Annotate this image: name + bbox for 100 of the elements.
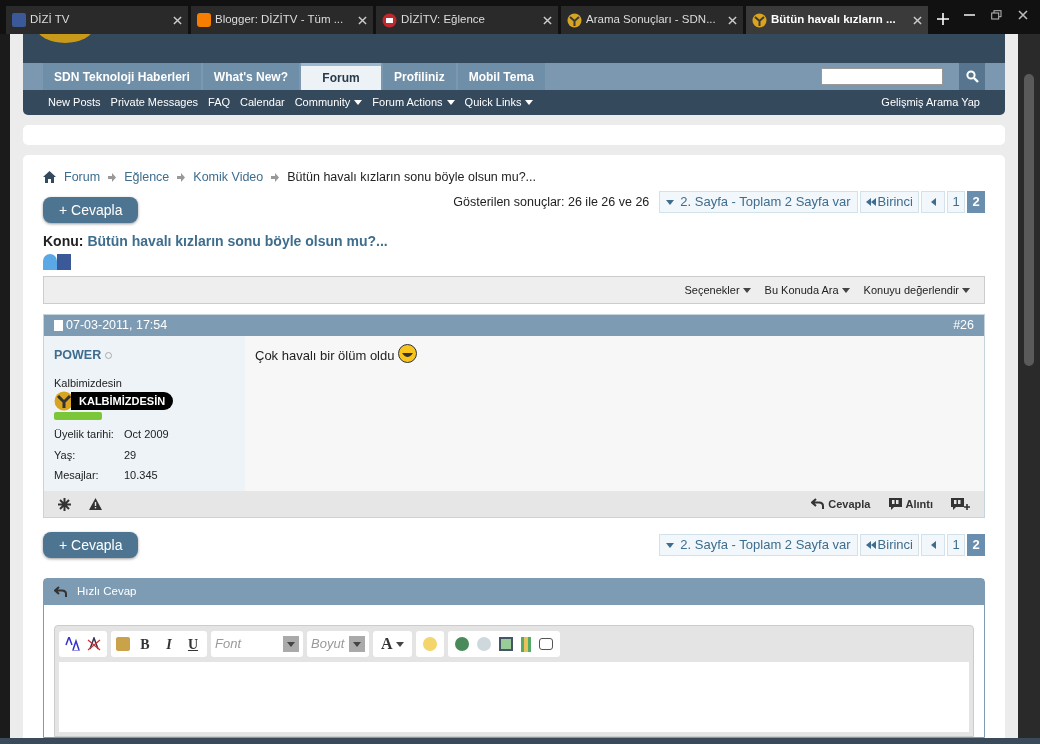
- quote-icon: [888, 498, 902, 510]
- tab-title: DİZİTV: Eğlence: [401, 12, 486, 28]
- page-jump-button[interactable]: 2. Sayfa - Toplam 2 Sayfa var: [659, 191, 858, 213]
- stat-label: Yaş:: [54, 447, 77, 463]
- speech-bubble-icon: [951, 498, 964, 510]
- stat-label: Üyelik tarihi:: [54, 427, 115, 443]
- text-color-button[interactable]: A: [373, 631, 412, 657]
- tab-title: Arama Sonuçları - SDN...: [586, 12, 717, 28]
- caret-icon: [841, 287, 850, 293]
- page-jump-button[interactable]: 2. Sayfa - Toplam 2 Sayfa var: [659, 534, 858, 556]
- page-button[interactable]: 1: [947, 534, 965, 556]
- double-left-arrow-icon: [865, 198, 876, 206]
- laughing-smiley-icon: [398, 344, 418, 363]
- search-field[interactable]: [821, 68, 943, 85]
- post-action-button[interactable]: Alıntı: [888, 495, 933, 513]
- left-arrow-icon: [930, 198, 936, 206]
- arrow-icon: [177, 172, 186, 182]
- first-page-button[interactable]: Birinci: [859, 191, 919, 213]
- post-action-button[interactable]: Cevapla: [811, 495, 871, 513]
- thread-prefix: Konu:: [43, 232, 84, 251]
- home-icon[interactable]: [43, 171, 56, 183]
- remove-format-icon[interactable]: [86, 637, 102, 651]
- new-tab-icon[interactable]: [937, 13, 949, 25]
- close-icon[interactable]: [173, 15, 182, 25]
- previous-page-button[interactable]: [921, 191, 945, 213]
- nav-tab[interactable]: Forum: [301, 63, 381, 90]
- nav-link[interactable]: Community: [294, 94, 363, 111]
- thread-tool-menu[interactable]: Bu Konuda Ara: [764, 281, 850, 299]
- caret-icon: [354, 100, 363, 105]
- first-page-button[interactable]: Birinci: [859, 534, 919, 556]
- f-logo-icon: [12, 13, 26, 27]
- nav-link[interactable]: FAQ: [208, 94, 231, 111]
- tab-title: Bütün havalı kızların ...: [771, 12, 897, 28]
- advanced-search-link[interactable]: Gelişmiş Arama Yap: [881, 94, 980, 111]
- nav-link[interactable]: Forum Actions: [372, 94, 455, 111]
- caret-icon: [395, 641, 404, 647]
- thread-tool-menu[interactable]: Konuyu değerlendir: [863, 281, 970, 299]
- close-icon[interactable]: [543, 15, 552, 25]
- tv-icon: [382, 12, 397, 28]
- caret-icon: [287, 641, 295, 647]
- previous-page-button[interactable]: [921, 534, 945, 556]
- close-icon[interactable]: [913, 15, 922, 25]
- nav-link[interactable]: Calendar: [240, 94, 285, 111]
- caret-icon: [353, 641, 361, 647]
- font-size-icon[interactable]: [64, 637, 80, 651]
- scrollbar[interactable]: [1018, 34, 1040, 738]
- results-text: Gösterilen sonuçlar: 26 ile 26 ve 26: [453, 193, 650, 211]
- search-icon: [965, 70, 979, 83]
- reply-button[interactable]: + Cevapla: [43, 532, 139, 558]
- breadcrumb-link[interactable]: Eğlence: [124, 167, 170, 187]
- image-icon[interactable]: [498, 637, 513, 651]
- curved-arrow-icon: [54, 586, 67, 598]
- format-button[interactable]: B: [136, 633, 154, 655]
- page-button[interactable]: 1: [947, 191, 965, 213]
- document-icon: [54, 320, 63, 331]
- ghost-icon[interactable]: [43, 254, 57, 270]
- post-message: Çok havalı bir ölüm oldu: [255, 347, 395, 365]
- close-icon[interactable]: [358, 15, 367, 25]
- browser-tab[interactable]: Blogger: DİZİTV - Tüm ...: [191, 6, 373, 34]
- caret-icon: [666, 199, 675, 205]
- username-link[interactable]: POWER: [54, 346, 102, 365]
- b-logo-icon: [197, 13, 211, 27]
- tab-title: DİZİ TV: [30, 12, 71, 28]
- rank-badge: KALBİMİZDESİN: [71, 392, 174, 411]
- stat-value: 10.345: [124, 468, 158, 484]
- browser-tab[interactable]: DİZİ TV: [6, 6, 188, 34]
- nav-link[interactable]: Private Messages: [110, 94, 198, 111]
- reply-button[interactable]: + Cevapla: [43, 197, 139, 223]
- caret-icon: [742, 287, 751, 293]
- caret-icon: [962, 287, 970, 293]
- globe-icon[interactable]: [454, 637, 469, 651]
- breadcrumb-link[interactable]: Forum: [64, 167, 101, 187]
- logo-icon: [567, 12, 582, 28]
- breadcrumb-link[interactable]: Komik Video: [193, 167, 264, 187]
- thread-title[interactable]: Bütün havalı kızların sonu böyle olsun mu?...: [87, 231, 388, 252]
- format-button[interactable]: I: [160, 633, 178, 655]
- restore-icon[interactable]: [991, 10, 1002, 20]
- minimize-icon[interactable]: [964, 13, 975, 17]
- quick-reply-title: Hızlı Cevap: [77, 584, 137, 600]
- nav-link[interactable]: Quick Links: [464, 94, 534, 111]
- close-icon[interactable]: [1018, 10, 1028, 20]
- reputation-icon: [54, 412, 102, 421]
- stat-value: Oct 2009: [124, 427, 169, 443]
- browser-tab[interactable]: Arama Sonuçları - SDN...: [561, 6, 743, 34]
- double-left-arrow-icon: [865, 541, 876, 549]
- nav-link[interactable]: New Posts: [48, 94, 101, 111]
- search-button[interactable]: [959, 63, 985, 90]
- thread-tool-menu[interactable]: Seçenekler: [684, 281, 751, 299]
- star-icon[interactable]: [58, 497, 71, 511]
- close-icon[interactable]: [728, 15, 737, 25]
- plus-icon: [964, 504, 970, 510]
- scrollbar-thumb[interactable]: [1024, 74, 1034, 366]
- film-icon[interactable]: [520, 636, 531, 652]
- format-button[interactable]: U: [184, 633, 202, 655]
- browser-tab[interactable]: DİZİTV: Eğlence: [376, 6, 558, 34]
- speech-bubble-icon[interactable]: [538, 638, 553, 650]
- warning-icon[interactable]: [89, 498, 102, 510]
- multi-quote-icon[interactable]: [951, 498, 970, 510]
- caret-icon: [666, 542, 675, 548]
- browser-tab[interactable]: Bütün havalı kızların ...: [746, 6, 928, 34]
